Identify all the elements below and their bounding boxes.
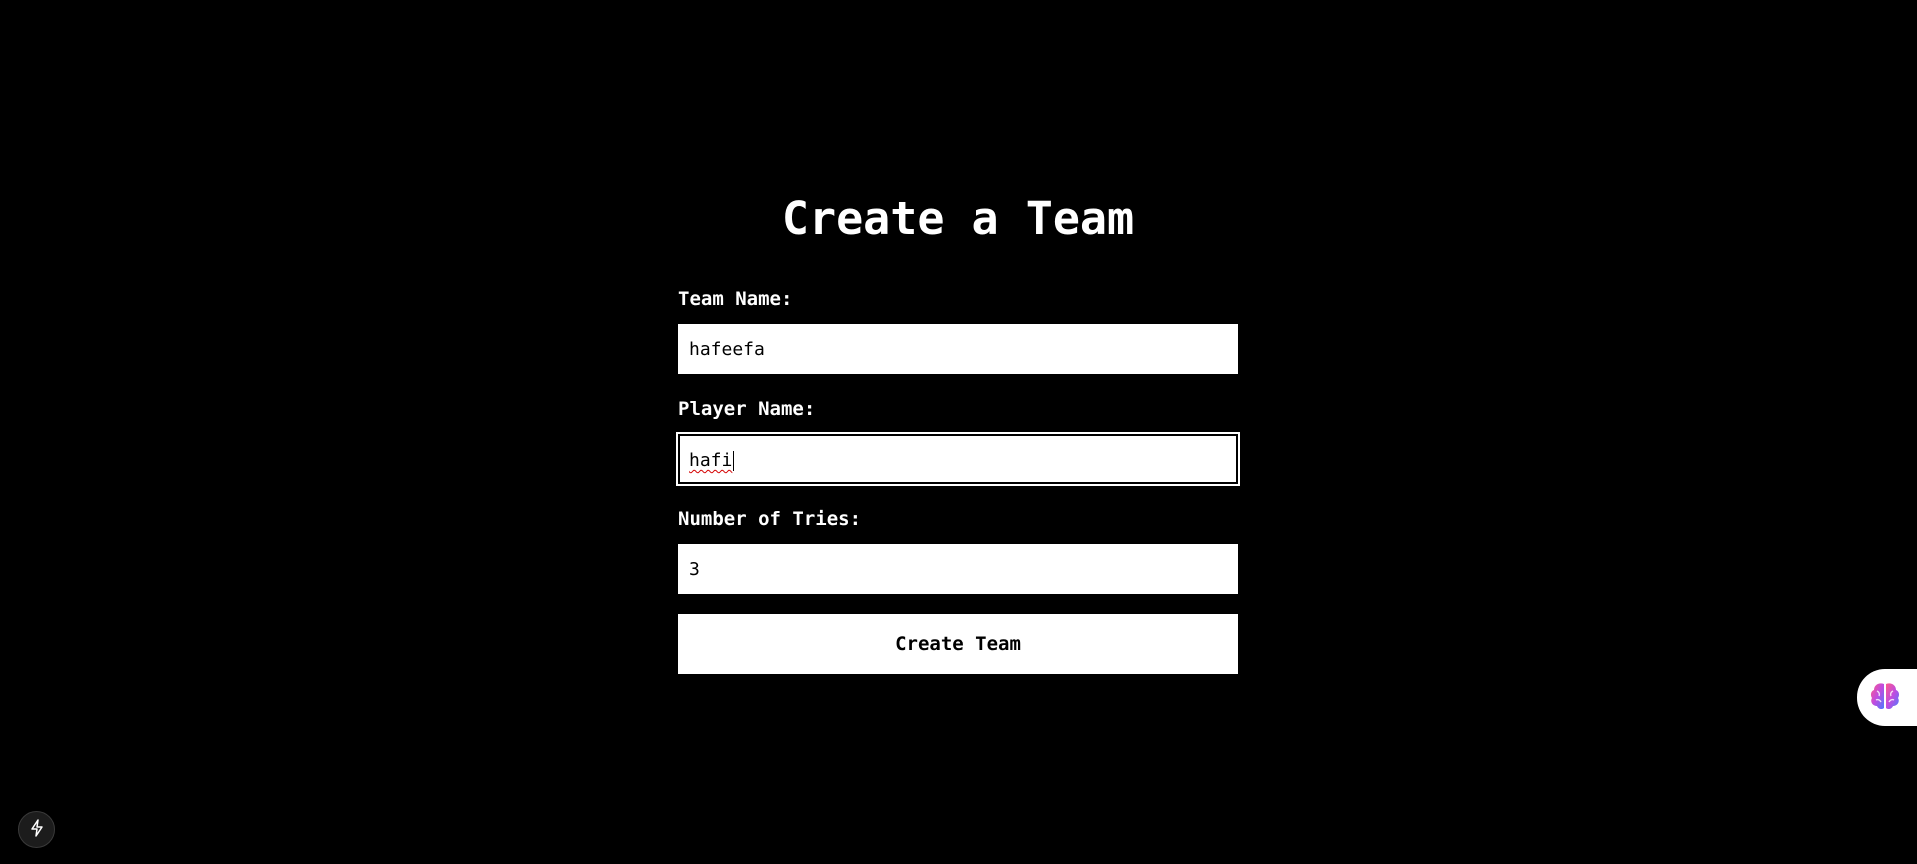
page: Create a Team Team Name: hafeefa Player …: [0, 0, 1917, 864]
tries-input[interactable]: 3: [678, 544, 1238, 594]
text-cursor: [733, 451, 735, 471]
player-name-input[interactable]: hafi: [678, 434, 1238, 484]
team-name-field: Team Name: hafeefa: [678, 287, 1238, 374]
tries-label: Number of Tries:: [678, 508, 862, 530]
team-name-input[interactable]: hafeefa: [678, 324, 1238, 374]
page-title: Create a Team: [781, 192, 1135, 245]
side-assistant-widget[interactable]: [1857, 669, 1917, 726]
team-name-value: hafeefa: [689, 339, 765, 360]
player-name-label: Player Name:: [678, 398, 816, 420]
team-name-label: Team Name:: [678, 288, 793, 310]
tries-field: Number of Tries: 3: [678, 507, 1238, 594]
tries-value: 3: [689, 559, 700, 580]
lightning-bolt-icon: [29, 818, 45, 841]
player-name-value: hafi: [689, 450, 733, 471]
dev-tools-button[interactable]: [18, 811, 55, 848]
brain-icon: [1869, 681, 1901, 715]
player-name-field: Player Name: hafi: [678, 397, 1238, 484]
create-team-form: Create a Team Team Name: hafeefa Player …: [678, 190, 1238, 674]
create-team-button[interactable]: Create Team: [678, 614, 1238, 674]
